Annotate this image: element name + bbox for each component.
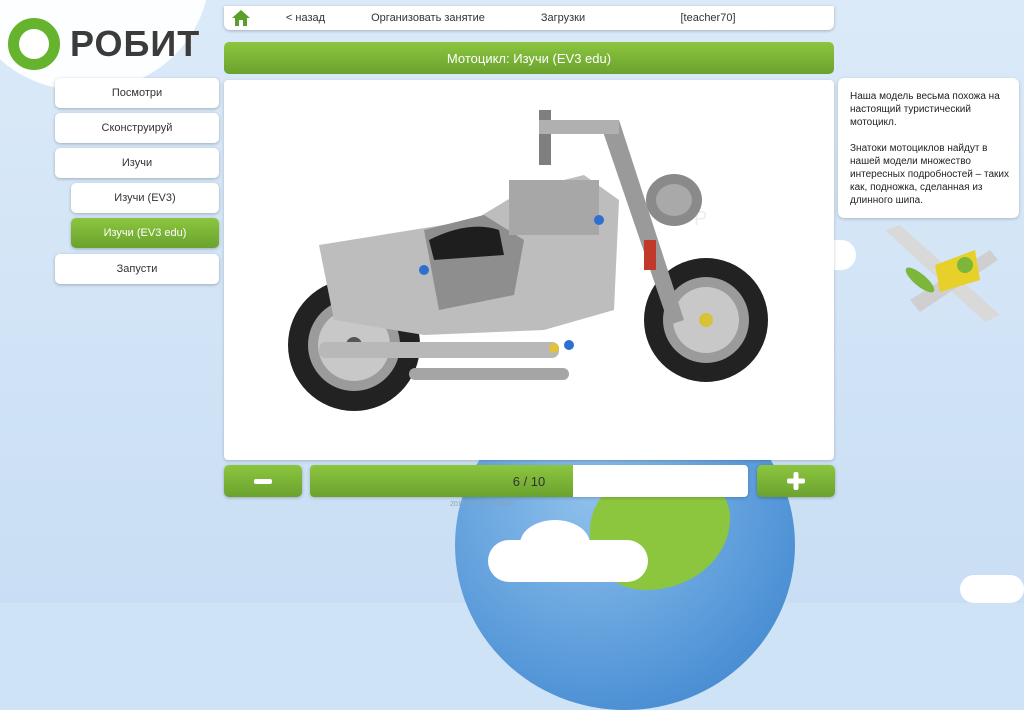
logo-ring-icon xyxy=(8,18,60,70)
menu-learn-button[interactable]: Изучи xyxy=(55,148,219,178)
home-button[interactable] xyxy=(224,9,258,27)
footer-copyright: 2015-2016 © РОБИТ xyxy=(450,501,517,508)
model-image-panel: Р xyxy=(224,80,834,460)
home-icon xyxy=(232,10,250,26)
background-cloud xyxy=(960,575,1024,603)
model-description: Наша модель весьма похожа на настоящий т… xyxy=(838,78,1019,218)
description-paragraph: Наша модель весьма похожа на настоящий т… xyxy=(850,91,1000,128)
minus-icon xyxy=(254,478,272,484)
menu-learn-ev3-button[interactable]: Изучи (EV3) xyxy=(71,183,219,213)
logo-text: РОБИТ xyxy=(70,23,201,64)
next-step-button[interactable] xyxy=(757,465,835,497)
page-title: Мотоцикл: Изучи (EV3 edu) xyxy=(224,42,834,74)
menu-run-button[interactable]: Запусти xyxy=(55,254,219,284)
background-cloud xyxy=(520,520,590,568)
menu-learn-ev3-edu-button[interactable]: Изучи (EV3 edu) xyxy=(71,218,219,248)
plus-icon xyxy=(787,472,805,490)
airplane-model-image xyxy=(885,225,1000,322)
downloads-link[interactable]: Загрузки xyxy=(503,12,623,24)
menu-build-button[interactable]: Сконструируй xyxy=(55,113,219,143)
back-link[interactable]: < назад xyxy=(258,12,353,24)
top-navigation: < назад Организовать занятие Загрузки [t… xyxy=(224,6,834,30)
user-account-link[interactable]: [teacher70] xyxy=(623,12,793,24)
step-counter: 6 / 10 xyxy=(512,473,546,489)
motorcycle-model-image: Р xyxy=(288,110,768,411)
previous-step-button[interactable] xyxy=(224,465,302,497)
menu-look-button[interactable]: Посмотри xyxy=(55,78,219,108)
description-paragraph: Знатоки мотоциклов найдут в нашей модели… xyxy=(850,143,1009,206)
robit-logo[interactable]: РОБИТ xyxy=(8,18,200,70)
step-progress-bar: 6 / 10 xyxy=(310,465,748,497)
organize-lesson-link[interactable]: Организовать занятие xyxy=(353,12,503,24)
